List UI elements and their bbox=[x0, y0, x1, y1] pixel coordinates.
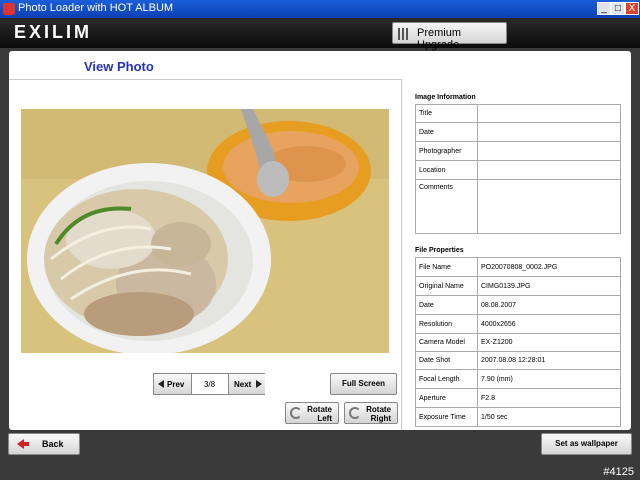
prev-label: Prev bbox=[167, 380, 185, 389]
food-photo bbox=[21, 109, 389, 353]
rotate-right-label-1: Rotate bbox=[366, 405, 391, 414]
info-label: Comments bbox=[415, 179, 478, 234]
app-header: EXILIM Premium Upgrade bbox=[0, 18, 640, 51]
info-label: Location bbox=[415, 160, 478, 180]
prop-value: 2007.08.08 12:28:01 bbox=[477, 351, 621, 370]
divider bbox=[9, 79, 401, 80]
image-info-table: Title Date Photographer Location Comment… bbox=[415, 104, 621, 234]
date-field[interactable] bbox=[477, 122, 621, 142]
table-row: Camera Model EX-Z1200 bbox=[415, 333, 621, 352]
next-label: Next bbox=[234, 380, 252, 389]
prop-value: 08.08.2007 bbox=[477, 295, 621, 315]
divider bbox=[401, 79, 402, 430]
exilim-logo: EXILIM bbox=[14, 22, 93, 42]
prop-label: Date Shot bbox=[415, 351, 478, 370]
prop-value: PO20070808_0002.JPG bbox=[477, 257, 621, 277]
window-title: Photo Loader with HOT ALBUM bbox=[18, 2, 174, 14]
photo-view bbox=[21, 109, 389, 353]
back-label: Back bbox=[42, 439, 64, 449]
table-row: Resolution 4000x2656 bbox=[415, 314, 621, 334]
prop-label: Date bbox=[415, 295, 478, 315]
photographer-field[interactable] bbox=[477, 141, 621, 161]
file-props-title: File Properties bbox=[415, 247, 464, 254]
table-row: Original Name CIMG0139.JPG bbox=[415, 276, 621, 296]
file-props-table: File Name PO20070808_0002.JPG Original Na… bbox=[415, 257, 621, 427]
next-button[interactable]: Next bbox=[228, 374, 265, 394]
page-title: View Photo bbox=[84, 59, 154, 74]
prev-button[interactable]: Prev bbox=[154, 374, 192, 394]
title-field[interactable] bbox=[477, 104, 621, 123]
set-wallpaper-button[interactable]: Set as wallpaper bbox=[541, 433, 632, 455]
location-field[interactable] bbox=[477, 160, 621, 180]
rotate-left-icon bbox=[290, 407, 302, 419]
prop-value: 7.90 (mm) bbox=[477, 369, 621, 389]
prop-label: Exposure Time bbox=[415, 407, 478, 427]
prop-label: File Name bbox=[415, 257, 478, 277]
prop-value: F2.8 bbox=[477, 388, 621, 408]
prop-value: 1/50 sec bbox=[477, 407, 621, 427]
photo-pager: Prev 3/8 Next bbox=[153, 373, 265, 395]
info-label: Title bbox=[415, 104, 478, 123]
image-info-title: Image Information bbox=[415, 94, 476, 101]
prop-label: Focal Length bbox=[415, 369, 478, 389]
prop-label: Resolution bbox=[415, 314, 478, 334]
info-label: Photographer bbox=[415, 141, 478, 161]
rotate-left-label-1: Rotate bbox=[307, 405, 332, 414]
table-row: Date 08.08.2007 bbox=[415, 295, 621, 315]
rotate-left-button[interactable]: Rotate Left bbox=[285, 402, 339, 424]
page-indicator: 3/8 bbox=[203, 380, 216, 389]
rotate-left-label-2: Left bbox=[317, 414, 332, 423]
grid-icon bbox=[398, 28, 410, 40]
prop-value: CIMG0139.JPG bbox=[477, 276, 621, 296]
app-icon bbox=[3, 3, 15, 15]
close-button[interactable]: X bbox=[625, 2, 639, 15]
premium-upgrade-button[interactable]: Premium Upgrade bbox=[392, 22, 507, 51]
maximize-button[interactable]: □ bbox=[611, 2, 625, 15]
minimize-button[interactable]: _ bbox=[597, 2, 611, 15]
watermark: #4125 bbox=[603, 466, 634, 478]
arrow-left-icon bbox=[158, 380, 164, 388]
arrow-right-icon bbox=[256, 380, 262, 388]
back-button[interactable]: Back bbox=[8, 433, 80, 455]
back-arrow-icon bbox=[23, 442, 29, 446]
full-screen-button[interactable]: Full Screen bbox=[330, 373, 397, 395]
window-titlebar[interactable]: Photo Loader with HOT ALBUM _ □ X bbox=[0, 0, 640, 18]
premium-upgrade-label: Premium Upgrade bbox=[417, 27, 462, 51]
main-panel: View Photo Prev 3/8 Next Full Screen Rot… bbox=[9, 51, 631, 430]
prop-label: Original Name bbox=[415, 276, 478, 296]
table-row: Focal Length 7.90 (mm) bbox=[415, 369, 621, 389]
prop-label: Aperture bbox=[415, 388, 478, 408]
prop-value: 4000x2656 bbox=[477, 314, 621, 334]
prop-value: EX-Z1200 bbox=[477, 333, 621, 352]
table-row: Aperture F2.8 bbox=[415, 388, 621, 408]
info-label: Date bbox=[415, 122, 478, 142]
rotate-right-icon bbox=[349, 407, 361, 419]
rotate-right-label-2: Right bbox=[370, 414, 391, 423]
rotate-right-button[interactable]: Rotate Right bbox=[344, 402, 398, 424]
table-row: Date Shot 2007.08.08 12:28:01 bbox=[415, 351, 621, 370]
table-row: File Name PO20070808_0002.JPG bbox=[415, 257, 621, 277]
table-row: Exposure Time 1/50 sec bbox=[415, 407, 621, 427]
prop-label: Camera Model bbox=[415, 333, 478, 352]
comments-field[interactable] bbox=[477, 179, 621, 234]
